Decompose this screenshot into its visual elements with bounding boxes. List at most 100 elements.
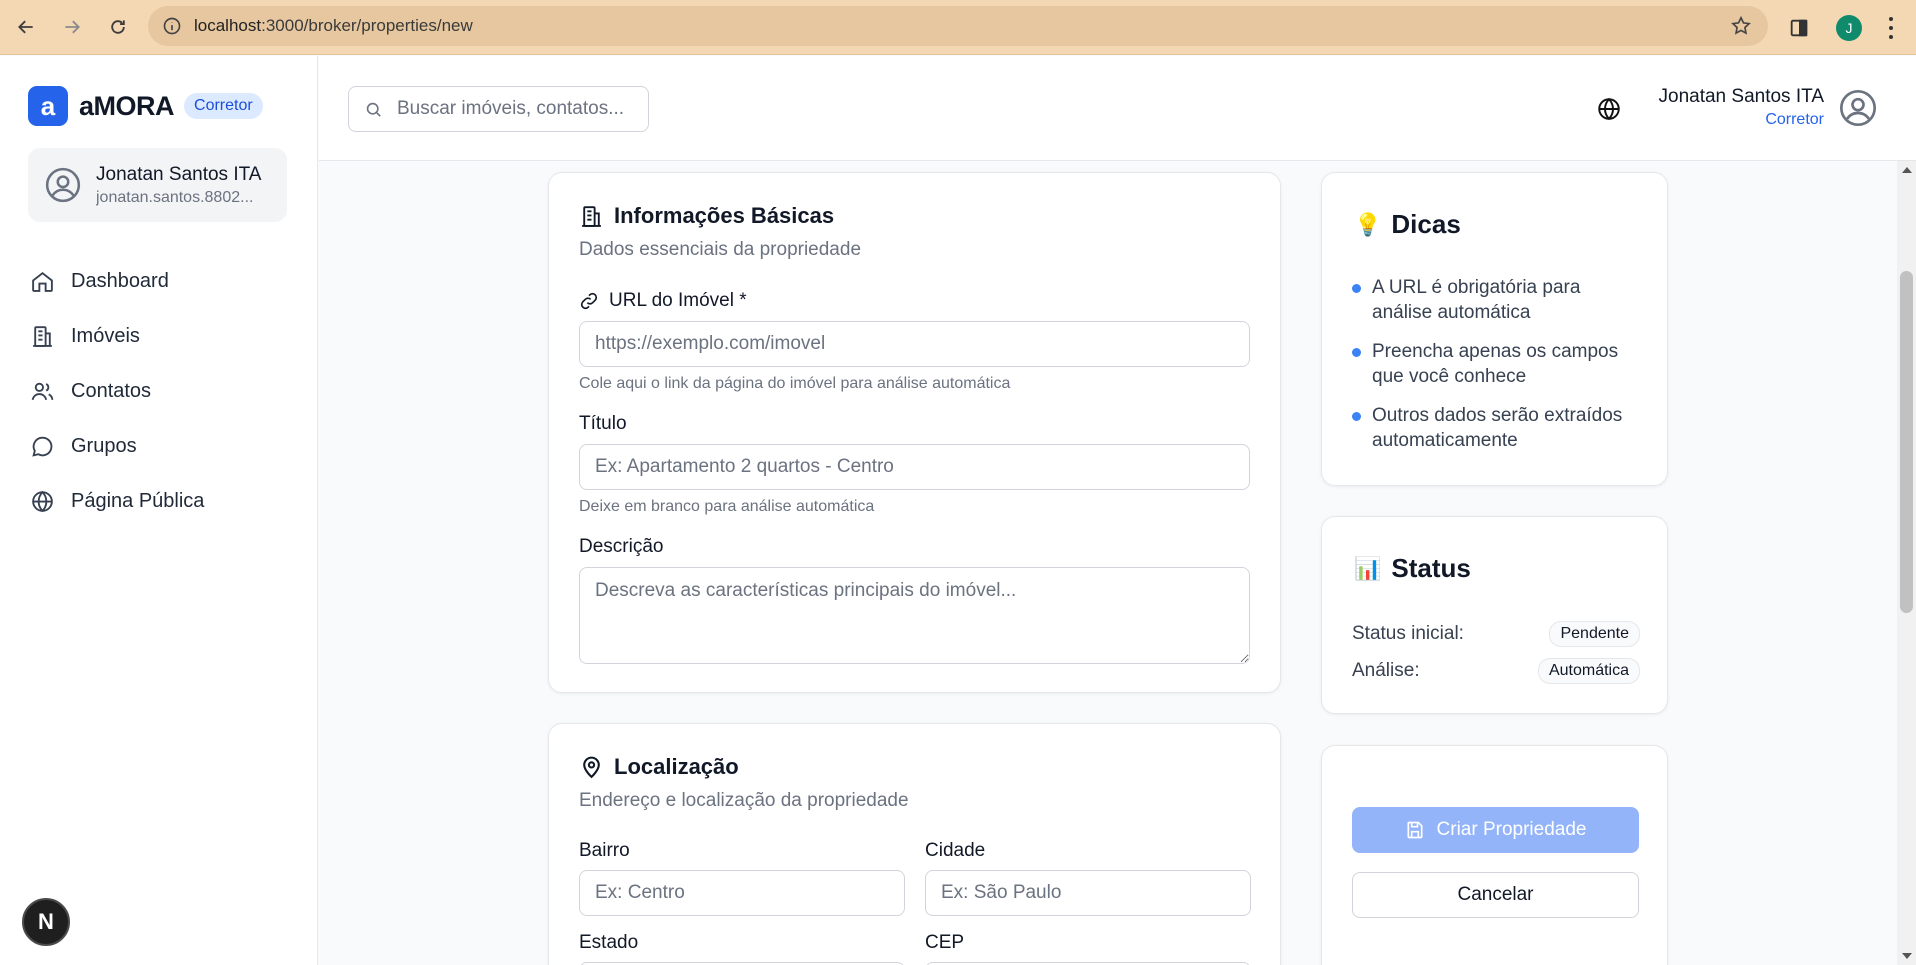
lightbulb-icon: 💡 [1354,211,1382,237]
address-url[interactable]: localhost:3000/broker/properties/new [194,16,473,36]
arrow-right-icon [65,20,80,34]
top-header: Jonatan Santos ITA Corretor [319,56,1916,161]
title-label: Título [579,413,627,434]
url-label: URL do Imóvel * [579,290,747,312]
profile-avatar[interactable]: J [1836,14,1862,41]
create-property-label: Criar Propriedade [1436,819,1587,840]
side-panel-icon[interactable] [1788,17,1810,39]
link-icon [580,292,598,310]
scroll-up-icon[interactable] [1902,167,1912,173]
users-icon [31,382,54,401]
analysis-badge: Automática [1537,658,1640,684]
url-hint: Cole aqui o link da página do imóvel par… [579,375,1011,392]
user-card[interactable]: Jonatan Santos ITA jonatan.santos.8802..… [28,148,287,222]
chat-icon [32,436,53,457]
save-icon [1407,821,1423,839]
header-user-role: Corretor [1765,111,1824,128]
url-path: :3000/broker/properties/new [261,16,473,35]
sidebar-nav: Dashboard Imóveis Contatos Grupos Página… [30,254,204,529]
language-globe-icon[interactable] [1596,96,1622,122]
description-label: Descrição [579,536,664,557]
sidebar-item-dashboard[interactable]: Dashboard [30,254,204,309]
card-title: Status [1391,553,1471,583]
tip-text: Preencha apenas os campos que você conhe… [1372,341,1619,387]
dev-tools-badge[interactable]: N [22,898,70,946]
status-initial-row: Status inicial: Pendente [1352,621,1640,647]
url-input[interactable] [579,321,1250,367]
bullet-icon [1352,412,1361,421]
address-bar[interactable]: localhost:3000/broker/properties/new [148,6,1768,46]
sidebar-item-contatos[interactable]: Contatos [30,364,204,419]
list-item: Outros dados serão extraídos automaticam… [1352,403,1642,453]
scroll-down-icon[interactable] [1902,953,1912,959]
sidebar-item-label: Dashboard [71,270,169,292]
sidebar-item-pagina-publica[interactable]: Página Pública [30,474,204,529]
scroll-thumb[interactable] [1900,271,1913,613]
actions-card: Criar Propriedade Cancelar [1321,745,1668,965]
sidebar-item-grupos[interactable]: Grupos [30,419,204,474]
bookmark-star-icon[interactable] [1730,15,1752,37]
list-item: A URL é obrigatória para análise automát… [1352,275,1642,325]
map-pin-icon [583,756,600,778]
reload-icon [111,20,125,34]
cidade-input[interactable] [925,870,1251,916]
globe-icon [32,490,53,513]
location-card: Localização Endereço e localização da pr… [548,723,1281,965]
bullet-icon [1352,284,1361,293]
bullet-icon [1352,348,1361,357]
bairro-input[interactable] [579,870,905,916]
analysis-label: Análise: [1352,660,1420,681]
card-subtitle: Dados essenciais da propriedade [579,239,862,260]
basic-info-card: Informações Básicas Dados essenciais da … [548,172,1281,693]
back-button[interactable] [6,7,46,47]
home-icon [32,271,53,292]
cancel-button[interactable]: Cancelar [1352,872,1639,918]
search-box[interactable] [348,86,649,132]
role-badge: Corretor [184,93,263,119]
brand-name: aMORA [79,90,175,121]
brand-logo: a [28,86,68,126]
card-subtitle: Endereço e localização da propriedade [579,790,909,811]
url-label-text: URL do Imóvel * [609,290,747,311]
list-item: Preencha apenas os campos que você conhe… [1352,339,1642,389]
header-user-name: Jonatan Santos ITA [1658,86,1824,107]
info-icon[interactable] [162,16,182,36]
browser-menu-icon[interactable] [1888,16,1894,39]
user-name: Jonatan Santos ITA [96,163,262,185]
tip-text: Outros dados serão extraídos automaticam… [1372,405,1623,451]
sidebar-item-label: Imóveis [71,325,140,347]
create-property-button[interactable]: Criar Propriedade [1352,807,1639,853]
tips-card: 💡 Dicas A URL é obrigatória para análise… [1321,172,1668,486]
tip-text: A URL é obrigatória para análise automát… [1372,277,1581,323]
search-input[interactable] [397,98,627,120]
search-icon [366,102,381,117]
browser-toolbar: localhost:3000/broker/properties/new J [0,0,1916,55]
status-card: 📊 Status Status inicial: Pendente Anális… [1321,516,1668,714]
cidade-label: Cidade [925,840,986,861]
user-email: jonatan.santos.8802... [96,188,254,206]
brand[interactable]: a aMORA Corretor [28,86,263,126]
bairro-label: Bairro [579,840,630,861]
bar-chart-icon: 📊 [1354,555,1382,581]
sidebar-item-label: Grupos [71,435,137,457]
status-badge: Pendente [1549,621,1640,647]
estado-label: Estado [579,932,639,953]
sidebar-item-label: Página Pública [71,490,205,512]
card-title: Dicas [1391,209,1461,239]
page-scrollbar[interactable] [1897,161,1916,965]
description-textarea[interactable] [579,567,1250,664]
card-title: Localização [614,754,739,779]
title-input[interactable] [579,444,1250,490]
building-icon [582,205,601,227]
sidebar-item-imoveis[interactable]: Imóveis [30,309,204,364]
title-hint: Deixe em branco para análise automática [579,498,875,515]
header-avatar-icon[interactable] [1838,88,1878,128]
tips-list: A URL é obrigatória para análise automát… [1352,275,1642,467]
url-host: localhost [194,16,262,35]
forward-button[interactable] [52,7,92,47]
reload-button[interactable] [98,7,138,47]
arrow-left-icon [18,20,33,34]
sidebar: a aMORA Corretor Jonatan Santos ITA jona… [0,56,318,965]
header-user-info[interactable]: Jonatan Santos ITA Corretor [1659,86,1824,129]
user-avatar-icon [45,167,81,203]
